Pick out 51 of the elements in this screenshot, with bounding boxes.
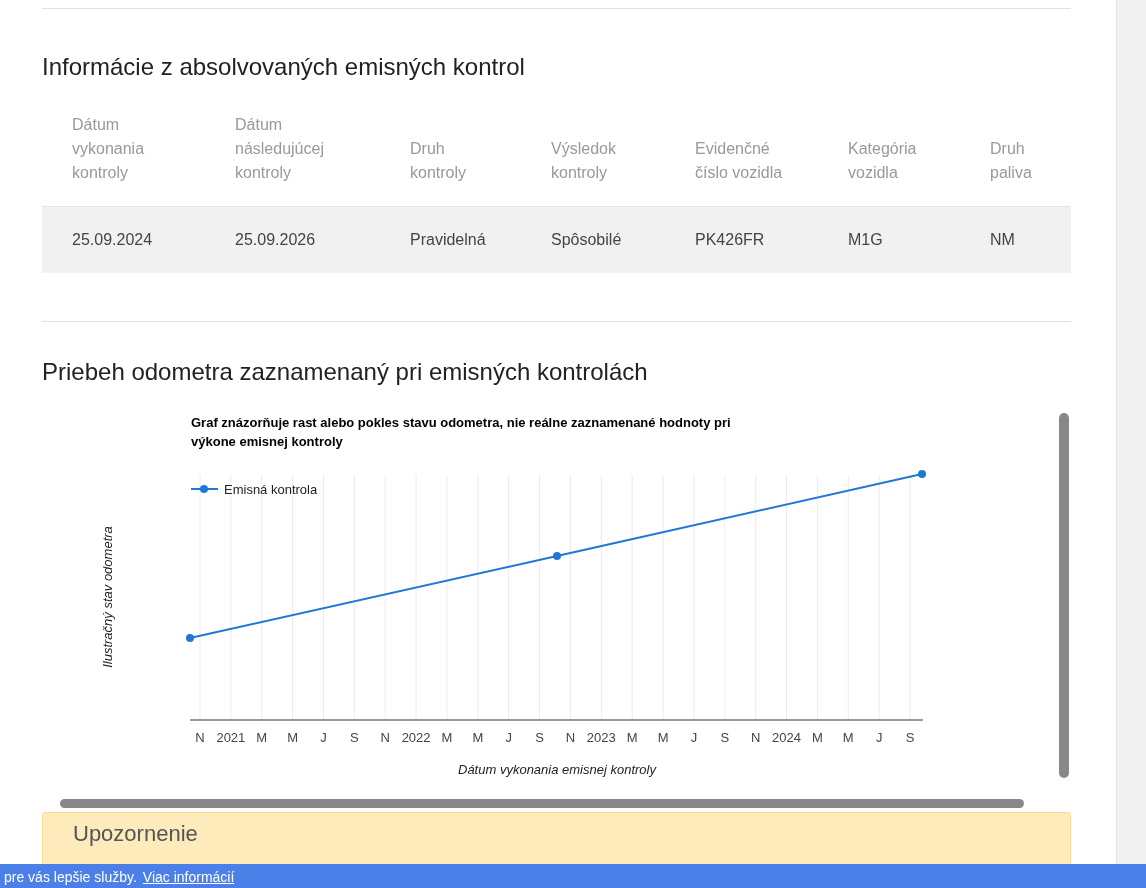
column-header: Druh kontroly — [410, 138, 468, 183]
tick-label: M — [626, 729, 638, 745]
tick-label: S — [535, 729, 544, 745]
table-cell-text: PK426FR — [695, 229, 766, 250]
tick-label: J — [320, 729, 327, 745]
x-axis-title: Dátum vykonania emisnej kontroly — [458, 761, 656, 777]
tick-label: M — [441, 729, 453, 745]
tick-label: J — [505, 729, 512, 745]
tick-label: N — [380, 729, 390, 745]
section-title: Priebeh odometra zaznamenaný pri emisných kontrolách — [42, 357, 649, 387]
tick-label: N — [565, 729, 576, 745]
section-title: Informácie z absolvovaných emisných kontrol — [42, 53, 526, 82]
tick-label: S — [350, 729, 359, 745]
notice-title: Upozornenie — [73, 820, 199, 847]
tick-label: M — [812, 729, 823, 745]
column-header: Dátum vykonania kontroly — [72, 114, 146, 183]
cookie-text: pre vás lepšie služby. — [4, 868, 137, 887]
tick-label: S — [720, 729, 730, 745]
column-header: Dátum následujúcej kontroly — [235, 114, 325, 183]
tick-label: J — [690, 729, 698, 745]
tick-label: 2024 — [772, 729, 801, 745]
column-header: Druh paliva — [990, 138, 1033, 183]
table-cell-text: 25.09.2026 — [235, 229, 317, 250]
data-point — [186, 633, 194, 642]
table-cell-text: NM — [990, 229, 1016, 250]
table-cell-text: M1G — [848, 229, 884, 250]
tick-label: S — [905, 729, 915, 745]
legend-label: Emisná kontrola — [224, 481, 318, 497]
tick-label: J — [875, 729, 883, 745]
tick-label: M — [256, 729, 268, 745]
tick-label: 2022 — [401, 729, 431, 745]
column-header: Výsledok kontroly — [551, 138, 617, 183]
column-header: Evidenčné číslo vozidla — [695, 138, 784, 183]
column-header: Kategória vozidla — [848, 138, 918, 183]
tick-label: M — [472, 729, 484, 745]
tick-label: N — [750, 729, 761, 745]
data-point — [918, 469, 926, 478]
table-cell-text: Pravidelná — [410, 229, 487, 250]
tick-label: M — [842, 729, 854, 745]
table-cell-text: 25.09.2024 — [72, 229, 154, 250]
chart-title: Graf znázorňuje rast alebo pokles stavu odometra, nie reálne zaznamenané hodnoty pri výkone emisnej kontroly — [191, 414, 731, 449]
tick-label: M — [657, 729, 669, 745]
tick-label: 2023 — [586, 729, 616, 745]
tick-label: N — [195, 729, 205, 745]
legend-marker-icon — [190, 484, 219, 493]
more-info-link[interactable]: Viac informácií — [142, 867, 235, 888]
tick-label: M — [287, 729, 299, 745]
data-point — [553, 551, 561, 560]
y-axis-title: Ilustračný stav odometra — [100, 525, 115, 668]
tick-label: 2021 — [216, 729, 246, 745]
table-cell-text: Spôsobilé — [551, 229, 623, 250]
